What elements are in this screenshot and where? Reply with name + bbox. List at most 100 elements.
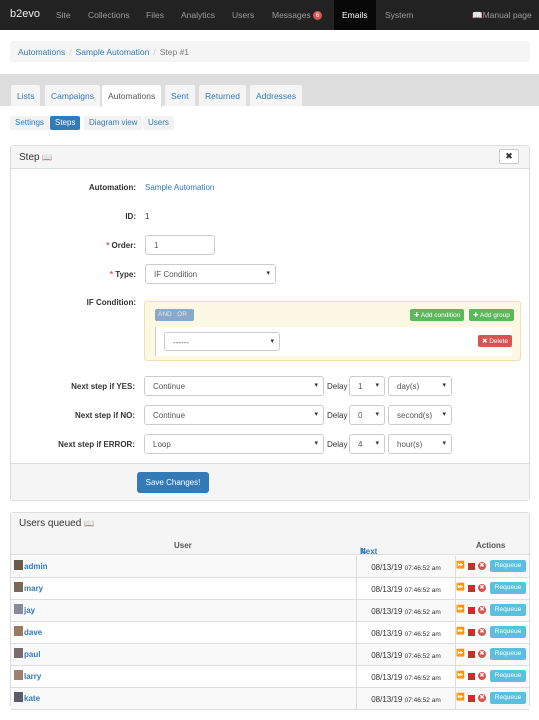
next-execution-time: 08/13/19 07:46:52 am — [356, 556, 456, 577]
avatar[interactable] — [14, 670, 23, 680]
avatar[interactable] — [14, 604, 23, 614]
subtab-settings[interactable]: Settings — [10, 116, 49, 130]
add-group-button[interactable]: ✚ Add group — [469, 309, 514, 321]
nav-system[interactable]: System — [385, 10, 413, 20]
col-actions: Actions — [476, 541, 506, 550]
no-unit-select[interactable]: second(s) ▾ — [388, 405, 452, 425]
avatar[interactable] — [14, 626, 23, 636]
stop-icon[interactable] — [468, 629, 475, 636]
user-link[interactable]: paul — [24, 650, 40, 659]
next-no-select[interactable]: Continue ▾ — [144, 405, 324, 425]
users-queued-header: Users queued 📖 — [11, 513, 529, 535]
user-link[interactable]: admin — [24, 562, 48, 571]
fast-forward-icon[interactable]: ⏩ — [456, 562, 465, 570]
stop-icon[interactable] — [468, 607, 475, 614]
tab-returned[interactable]: Returned — [198, 84, 247, 106]
requeue-button[interactable]: Requeue — [490, 582, 526, 594]
remove-icon[interactable]: ✖ — [478, 562, 486, 570]
book-icon: 📖 — [42, 153, 53, 162]
tab-sent[interactable]: Sent — [164, 84, 196, 106]
stop-icon[interactable] — [468, 585, 475, 592]
add-condition-button[interactable]: ✚ Add condition — [410, 309, 465, 321]
fast-forward-icon[interactable]: ⏩ — [456, 628, 465, 636]
rule-field-select[interactable]: ------ ▾ — [164, 332, 280, 351]
next-yes-select[interactable]: Continue ▾ — [144, 376, 324, 396]
type-select-value: IF Condition — [154, 270, 198, 279]
subtab-diagram-view[interactable]: Diagram view — [84, 116, 143, 130]
tab-automations[interactable]: Automations — [101, 84, 163, 107]
nav-site[interactable]: Site — [56, 10, 71, 20]
error-unit-select[interactable]: hour(s) ▾ — [388, 434, 452, 454]
stop-icon[interactable] — [468, 651, 475, 658]
user-link[interactable]: jay — [24, 606, 35, 615]
fast-forward-icon[interactable]: ⏩ — [456, 650, 465, 658]
avatar[interactable] — [14, 692, 23, 702]
user-link[interactable]: larry — [24, 672, 41, 681]
exec-date: 08/13/19 — [371, 563, 403, 572]
remove-icon[interactable]: ✖ — [478, 694, 486, 702]
stop-icon[interactable] — [468, 695, 475, 702]
or-option[interactable]: OR — [177, 311, 187, 318]
requeue-button[interactable]: Requeue — [490, 692, 526, 704]
remove-icon[interactable]: ✖ — [478, 628, 486, 636]
user-link[interactable]: dave — [24, 628, 42, 637]
subtab-users[interactable]: Users — [143, 116, 174, 130]
remove-icon[interactable]: ✖ — [478, 650, 486, 658]
requeue-button[interactable]: Requeue — [490, 648, 526, 660]
tab-lists[interactable]: Lists — [10, 84, 42, 106]
save-changes-button[interactable]: Save Changes! — [137, 472, 209, 493]
chevron-down-icon: ▾ — [375, 411, 379, 418]
delete-rule-button[interactable]: ✖ Delete — [477, 335, 512, 347]
requeue-button[interactable]: Requeue — [490, 670, 526, 682]
remove-icon[interactable]: ✖ — [478, 606, 486, 614]
next-execution-time: 08/13/19 07:46:52 am — [356, 688, 456, 709]
add-group-label: Add group — [479, 312, 510, 319]
delay-label: Delay — [327, 440, 348, 449]
delay-label: Delay — [327, 411, 348, 420]
order-input[interactable]: 1 — [145, 235, 215, 255]
fast-forward-icon[interactable]: ⏩ — [456, 606, 465, 614]
and-option[interactable]: AND — [158, 311, 172, 318]
nav-collections[interactable]: Collections — [88, 10, 130, 20]
avatar[interactable] — [14, 648, 23, 658]
manual-page-link[interactable]: 📖Manual page — [472, 10, 532, 21]
nav-files[interactable]: Files — [146, 10, 164, 20]
nav-emails[interactable]: Emails — [334, 0, 376, 30]
avatar[interactable] — [14, 560, 23, 570]
next-error-label: Next step if ERROR: — [58, 440, 135, 449]
yes-delay-select[interactable]: 1 ▾ — [349, 376, 385, 396]
remove-icon[interactable]: ✖ — [478, 584, 486, 592]
remove-icon[interactable]: ✖ — [478, 672, 486, 680]
stop-icon[interactable] — [468, 563, 475, 570]
next-error-select[interactable]: Loop ▾ — [144, 434, 324, 454]
subtab-steps[interactable]: Steps — [50, 116, 81, 130]
breadcrumb-automations[interactable]: Automations — [18, 47, 65, 57]
no-delay-select[interactable]: 0 ▾ — [349, 405, 385, 425]
automation-link[interactable]: Sample Automation — [145, 183, 214, 192]
requeue-button[interactable]: Requeue — [490, 560, 526, 572]
tab-campaigns[interactable]: Campaigns — [44, 84, 101, 106]
and-or-toggle[interactable]: AND OR — [155, 309, 194, 321]
brand-logo[interactable]: b2evo — [10, 8, 40, 20]
nav-users[interactable]: Users — [232, 10, 254, 20]
col-user[interactable]: User — [174, 541, 192, 550]
type-select[interactable]: IF Condition ▾ — [145, 264, 276, 284]
breadcrumb-sample-automation[interactable]: Sample Automation — [76, 47, 150, 57]
requeue-button[interactable]: Requeue — [490, 604, 526, 616]
exec-date: 08/13/19 — [371, 629, 403, 638]
user-link[interactable]: kate — [24, 694, 40, 703]
fast-forward-icon[interactable]: ⏩ — [456, 694, 465, 702]
fast-forward-icon[interactable]: ⏩ — [456, 672, 465, 680]
yes-unit-select[interactable]: day(s) ▾ — [388, 376, 452, 396]
stop-icon[interactable] — [468, 673, 475, 680]
avatar[interactable] — [14, 582, 23, 592]
nav-messages[interactable]: Messages 6 — [272, 10, 323, 20]
requeue-button[interactable]: Requeue — [490, 626, 526, 638]
close-button[interactable]: ✖ — [499, 149, 519, 164]
user-link[interactable]: mary — [24, 584, 43, 593]
table-row: kate 08/13/19 07:46:52 am ⏩ ✖ Requeue — [11, 688, 529, 710]
tab-addresses[interactable]: Addresses — [249, 84, 304, 106]
nav-analytics[interactable]: Analytics — [181, 10, 215, 20]
fast-forward-icon[interactable]: ⏩ — [456, 584, 465, 592]
error-delay-select[interactable]: 4 ▾ — [349, 434, 385, 454]
